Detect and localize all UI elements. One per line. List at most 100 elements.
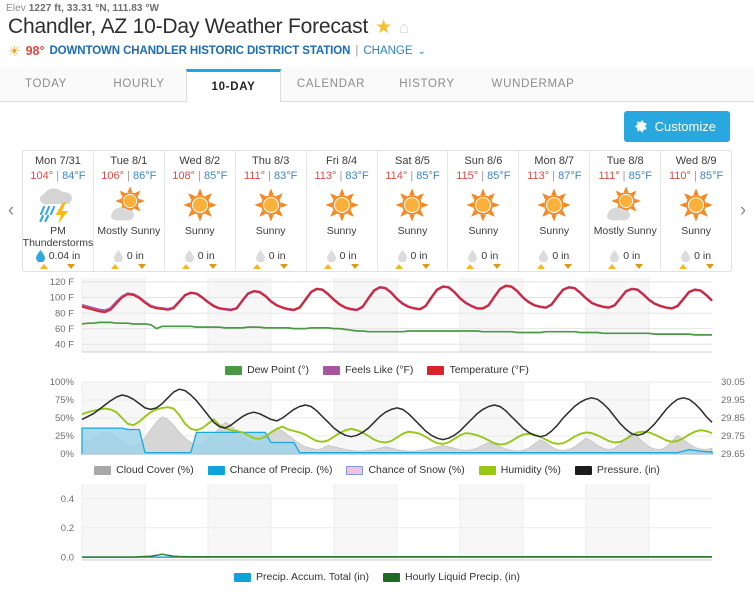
elevation-prefix: Elev (6, 3, 26, 14)
forecast-low: 83°F (345, 170, 369, 182)
sun-markers (590, 264, 660, 269)
change-station-link[interactable]: CHANGE (363, 45, 412, 57)
forecast-card[interactable]: Tue 8/1 106° | 86°F Mostly Sunny 0 in (94, 151, 165, 271)
forecast-low: 84°F (62, 170, 86, 182)
legend-label: Hourly Liquid Precip. (in) (405, 571, 520, 583)
forecast-precip-value: 0 in (694, 250, 712, 262)
legend-item[interactable]: Humidity (%) (478, 464, 561, 476)
forecast-card[interactable]: Sun 8/6 115° | 85°F Sunny 0 in (448, 151, 520, 271)
forecast-card[interactable]: Wed 8/2 108° | 85°F Sunny 0 in (165, 151, 236, 271)
forecast-card[interactable]: Sat 8/5 114° | 85°F Sunny 0 in (378, 151, 449, 271)
sunrise-marker-icon (536, 264, 545, 269)
water-drop-icon (468, 250, 478, 262)
customize-button[interactable]: Customize (623, 111, 730, 142)
legend-swatch (574, 465, 592, 475)
forecast-temps: 108° | 85°F (172, 170, 227, 182)
forecast-precip-value: 0.04 in (48, 250, 81, 262)
forecast-low: 87°F (558, 170, 582, 182)
sunrise-marker-icon (678, 264, 687, 269)
forecast-temps: 114° | 85°F (385, 170, 439, 182)
forecast-temp-separator: | (410, 170, 414, 182)
sun-markers (236, 264, 306, 269)
forecast-condition: Sunny (539, 225, 570, 237)
forecast-card[interactable]: Thu 8/3 111° | 83°F Sunny 0 in (236, 151, 307, 271)
tab-history[interactable]: HISTORY (381, 68, 473, 101)
legend-item[interactable]: Feels Like (°F) (323, 364, 413, 376)
legend-item[interactable]: Chance of Snow (%) (346, 464, 465, 476)
forecast-low: 85°F (699, 170, 724, 182)
forecast-precip-value: 0 in (481, 250, 499, 262)
forecast-temp-separator: | (127, 170, 130, 182)
forecast-card[interactable]: Mon 8/7 113° | 87°F Sunny 0 in (519, 151, 591, 271)
sunset-marker-icon (705, 264, 714, 269)
water-drop-icon (35, 250, 45, 262)
sunrise-marker-icon (465, 264, 474, 269)
tab-hourly[interactable]: HOURLY (92, 68, 186, 101)
legend-label: Precip. Accum. Total (in) (256, 571, 370, 583)
legend-item[interactable]: Precip. Accum. Total (in) (234, 571, 369, 583)
forecast-precip: 0 in (468, 250, 498, 262)
legend-item[interactable]: Dew Point (°) (225, 364, 309, 376)
forecast-day-label: Tue 8/1 (110, 155, 148, 167)
forecast-card[interactable]: Mon 7/31 104° | 84°F PM Thunderstorms 0.… (23, 151, 94, 271)
water-drop-icon (326, 250, 336, 262)
forecast-card[interactable]: Tue 8/8 111° | 85°F Mostly Sunny 0 in (590, 151, 662, 271)
forecast-high: 114° (385, 170, 408, 182)
legend-swatch (427, 365, 445, 375)
mostly-sunny-icon (605, 185, 645, 225)
sun-markers (307, 264, 377, 269)
star-icon[interactable]: ★ (375, 18, 392, 37)
forecast-temps: 110° | 85°F (669, 170, 723, 182)
sun-markers (378, 264, 448, 269)
svg-text:29.75: 29.75 (721, 431, 745, 442)
forecast-card[interactable]: Fri 8/4 113° | 83°F Sunny 0 in (307, 151, 378, 271)
current-temperature: 98° (25, 44, 45, 58)
forecast-precip-value: 0 in (410, 250, 428, 262)
forecast-precip: 0 in (113, 250, 144, 262)
elevation-value: 1227 ft, 33.31 °N, 111.83 °W (28, 3, 160, 14)
legend-item[interactable]: Pressure. (in) (574, 464, 660, 476)
water-drop-icon (184, 250, 194, 262)
forecast-high: 110° (668, 170, 691, 182)
sunrise-marker-icon (40, 264, 49, 269)
temperature-chart-svg: 40 F 60 F 80 F 100 F 120 F (50, 277, 713, 353)
tab-today[interactable]: TODAY (0, 68, 92, 101)
precipitation-chart-svg: 0.0 0.2 0.4 (61, 484, 712, 563)
legend-item[interactable]: Temperature (°F) (427, 364, 529, 376)
legend-item[interactable]: Chance of Precip. (%) (207, 464, 332, 476)
legend-swatch (234, 572, 251, 582)
svg-text:0.0: 0.0 (61, 552, 74, 563)
forecast-card[interactable]: Wed 8/9 110° | 85°F Sunny 0 in (661, 151, 731, 271)
title-row: Chandler, AZ 10-Day Weather Forecast ★ ⌂ (0, 14, 754, 39)
legend-swatch (323, 365, 341, 375)
legend-item[interactable]: Cloud Cover (%) (94, 464, 194, 476)
svg-text:100%: 100% (50, 377, 75, 388)
next-days-button[interactable]: › (732, 150, 754, 272)
forecast-precip: 0 in (326, 250, 357, 262)
legend-swatch (225, 365, 243, 375)
svg-text:29.95: 29.95 (721, 395, 745, 406)
forecast-condition: Sunny (184, 225, 215, 237)
tab-10-day[interactable]: 10-DAY (186, 69, 281, 102)
prev-days-button[interactable]: ‹ (0, 150, 22, 272)
tab-calendar[interactable]: CALENDAR (281, 68, 381, 101)
forecast-high: 113° (527, 170, 550, 182)
sunrise-marker-icon (253, 264, 262, 269)
home-icon[interactable]: ⌂ (399, 19, 409, 36)
sunny-icon (679, 185, 713, 225)
forecast-temp-separator: | (339, 170, 343, 182)
water-drop-icon (397, 250, 407, 262)
forecast-temp-separator: | (198, 170, 201, 182)
legend-item[interactable]: Hourly Liquid Precip. (in) (383, 571, 520, 583)
sunset-marker-icon (209, 264, 218, 269)
station-name[interactable]: DOWNTOWN CHANDLER HISTORIC DISTRICT STAT… (49, 45, 350, 57)
forecast-condition: Mostly Sunny (593, 225, 657, 237)
forecast-low: 85°F (487, 170, 511, 182)
forecast-precip: 0 in (610, 250, 640, 262)
water-drop-icon (539, 250, 549, 262)
forecast-day-label: Thu 8/3 (252, 155, 290, 167)
elevation-info: Elev 1227 ft, 33.31 °N, 111.83 °W (0, 0, 754, 14)
chevron-down-icon[interactable]: ⌄ (418, 46, 426, 57)
sunset-marker-icon (421, 264, 430, 269)
tab-wundermap[interactable]: WUNDERMAP (473, 68, 593, 101)
